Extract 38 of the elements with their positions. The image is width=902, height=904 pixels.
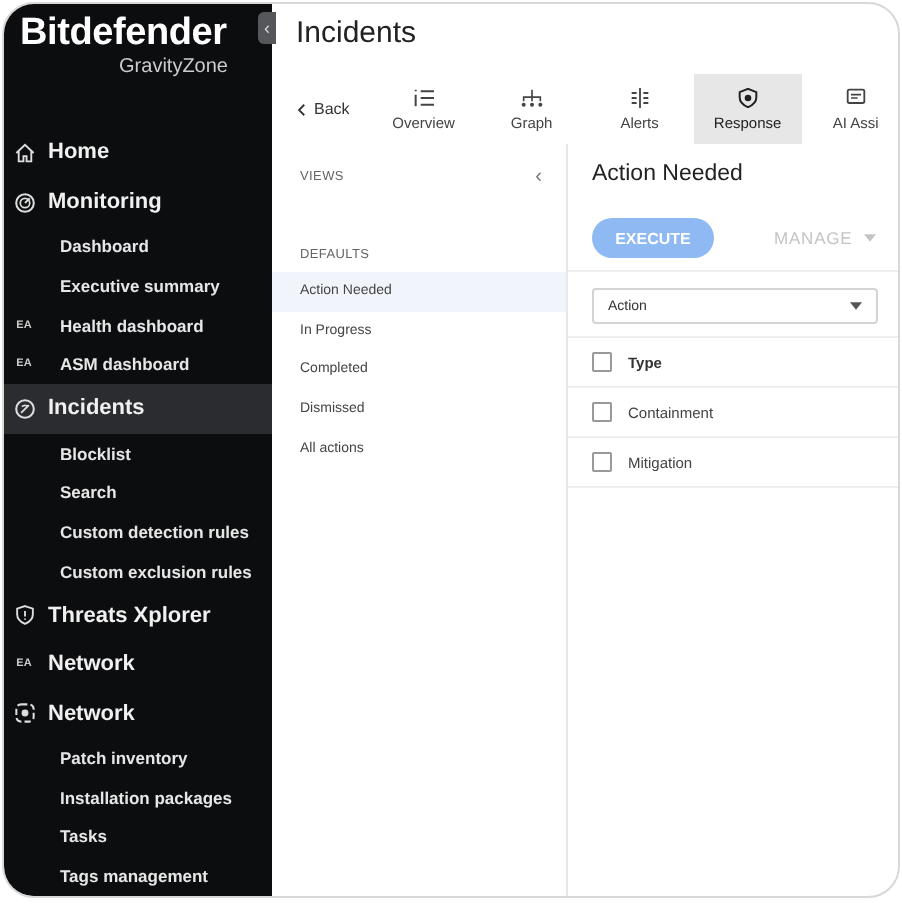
product-name: GravityZone <box>117 56 230 78</box>
list-icon <box>411 87 436 107</box>
checkbox[interactable] <box>592 452 612 472</box>
hierarchy-icon <box>519 87 544 107</box>
nav-item[interactable]: Network <box>4 689 272 739</box>
caret-icon <box>850 302 862 310</box>
checkbox[interactable] <box>592 402 612 422</box>
shield-icon <box>13 604 35 627</box>
nav-item[interactable]: Installation packages <box>4 777 272 818</box>
caret-icon <box>864 234 877 242</box>
collapse-button[interactable]: ‹ <box>535 165 542 187</box>
nav-item[interactable]: Dashboard <box>4 226 272 267</box>
nav-item[interactable]: Custom exclusion rules <box>4 551 272 591</box>
shield-icon <box>735 87 760 107</box>
nav-item[interactable]: Blocklist <box>4 433 272 473</box>
nav-item[interactable]: Search <box>4 472 272 513</box>
columns-icon <box>627 87 652 107</box>
chat-icon <box>843 87 868 107</box>
checkbox[interactable] <box>592 352 612 372</box>
nav-item[interactable]: Custom detection rules <box>4 512 272 552</box>
panel-title: Action Needed <box>590 160 745 190</box>
nav-item[interactable]: Executive summary <box>4 266 272 306</box>
nav-item[interactable]: Tags management <box>4 856 272 896</box>
page-title: Incidents <box>294 14 419 54</box>
nav-item[interactable]: Monitoring <box>4 177 272 227</box>
home-icon <box>13 141 35 164</box>
chevron-left-icon <box>296 101 308 117</box>
nav-item[interactable]: Threats Xplorer <box>4 590 272 641</box>
collapse-button[interactable]: ‹ <box>258 12 276 44</box>
radar-icon <box>13 191 35 214</box>
logo-text: Bitdefender <box>20 12 227 56</box>
nav-item[interactable]: Tasks <box>4 817 272 857</box>
nav-item[interactable]: Patch inventory <box>4 738 272 778</box>
network-icon <box>13 702 35 725</box>
target-icon <box>13 397 35 420</box>
nav-item[interactable]: Incidents <box>4 384 272 434</box>
nav-item[interactable]: Home <box>4 128 272 178</box>
back-button[interactable]: Back <box>284 74 370 144</box>
